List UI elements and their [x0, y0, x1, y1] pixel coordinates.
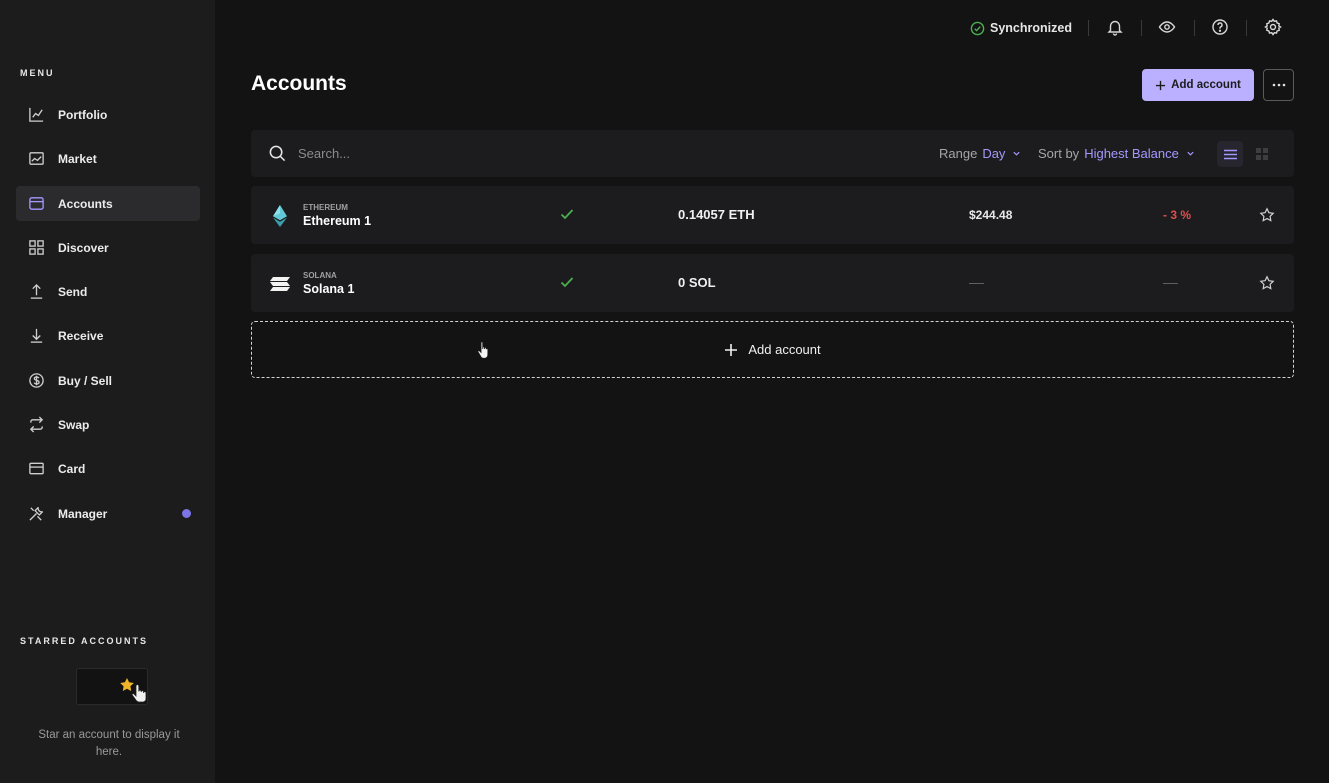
balance-change: - 3 % — [1163, 208, 1192, 222]
chart-line-icon — [28, 106, 45, 123]
starred-empty-text: Star an account to display it here. — [38, 729, 180, 758]
fiat-balance-empty-dash — [969, 283, 984, 284]
topbar-divider — [1088, 20, 1089, 36]
notification-dot — [182, 509, 191, 518]
settings-icon[interactable] — [1264, 18, 1282, 36]
add-account-button-label: Add account — [1171, 79, 1241, 91]
grid-icon — [28, 239, 45, 256]
more-horizontal-icon — [1272, 83, 1285, 87]
topbar-divider — [1141, 20, 1142, 36]
sidebar-item-label: Discover — [58, 241, 109, 255]
more-options-button[interactable] — [1263, 69, 1294, 101]
sidebar-item-label: Accounts — [58, 197, 113, 211]
balance-change-empty-dash — [1163, 283, 1178, 284]
account-name: Solana 1 — [303, 282, 355, 296]
add-account-row-label: Add account — [748, 342, 821, 357]
sidebar-item-label: Manager — [58, 507, 108, 521]
sort-value: Highest Balance — [1084, 146, 1179, 161]
bell-icon[interactable] — [1106, 18, 1124, 36]
sidebar-item-discover[interactable]: Discover — [16, 230, 200, 265]
market-chart-icon — [28, 150, 45, 167]
check-icon — [559, 206, 575, 222]
add-account-button[interactable]: Add account — [1142, 69, 1254, 101]
sidebar-item-manager[interactable]: Manager — [16, 496, 200, 531]
arrow-up-icon — [28, 283, 45, 300]
topbar-divider — [1246, 20, 1247, 36]
wallet-icon — [28, 195, 45, 212]
sidebar-item-label: Send — [58, 285, 88, 299]
hand-cursor-icon — [477, 341, 493, 360]
plus-icon — [1156, 80, 1166, 90]
chevron-down-icon — [1013, 151, 1021, 156]
sidebar-item-label: Buy / Sell — [58, 374, 113, 388]
sidebar-item-buy-sell[interactable]: Buy / Sell — [16, 363, 200, 398]
crypto-balance: 0 SOL — [678, 275, 716, 290]
card-icon — [28, 460, 45, 477]
currency-name: ETHEREUM — [303, 203, 348, 212]
search-icon — [268, 144, 287, 163]
starred-accounts-title: STARRED ACCOUNTS — [20, 636, 148, 646]
menu-title: MENU — [20, 68, 55, 78]
range-dropdown[interactable]: Range Day — [939, 146, 1021, 161]
sync-status[interactable]: Synchronized — [970, 18, 1072, 38]
sidebar-item-portfolio[interactable]: Portfolio — [16, 97, 200, 132]
plus-icon — [725, 343, 738, 356]
sidebar-item-label: Portfolio — [58, 108, 108, 122]
add-account-row[interactable]: Add account — [251, 321, 1294, 378]
sidebar-item-swap[interactable]: Swap — [16, 407, 200, 442]
sort-label: Sort by — [1038, 146, 1080, 161]
account-row-solana[interactable]: SOLANA Solana 1 0 SOL — [251, 254, 1294, 312]
range-label: Range — [939, 146, 978, 161]
range-value: Day — [982, 146, 1006, 161]
arrow-down-icon — [28, 327, 45, 344]
chevron-down-icon — [1187, 151, 1194, 156]
sidebar: MENU Portfolio Market Accounts Discover … — [0, 0, 215, 783]
account-name: Ethereum 1 — [303, 214, 372, 228]
solana-icon — [267, 271, 293, 297]
sync-status-label: Synchronized — [990, 21, 1072, 35]
ethereum-icon — [267, 203, 293, 229]
help-icon[interactable] — [1211, 18, 1229, 36]
star-outline-icon[interactable] — [1259, 207, 1275, 223]
sidebar-item-card[interactable]: Card — [16, 451, 200, 486]
starred-illustration — [76, 668, 148, 706]
swap-icon — [28, 416, 45, 433]
page-title: Accounts — [251, 72, 347, 95]
sidebar-item-label: Market — [58, 152, 97, 166]
eye-icon[interactable] — [1158, 18, 1176, 36]
crypto-balance: 0.14057 ETH — [678, 207, 755, 222]
fiat-balance: $244.48 — [969, 208, 1013, 222]
grid-icon — [1256, 148, 1268, 160]
list-icon — [1223, 149, 1237, 159]
grid-view-button[interactable] — [1249, 141, 1275, 167]
search-input[interactable] — [298, 142, 598, 164]
star-outline-icon[interactable] — [1259, 275, 1275, 291]
sidebar-item-label: Receive — [58, 329, 104, 343]
sort-dropdown[interactable]: Sort by Highest Balance — [1038, 146, 1195, 161]
sidebar-item-receive[interactable]: Receive — [16, 318, 200, 353]
check-icon — [559, 274, 575, 290]
sidebar-item-market[interactable]: Market — [16, 141, 200, 176]
sidebar-item-label: Card — [58, 462, 86, 476]
sidebar-item-send[interactable]: Send — [16, 274, 200, 309]
check-circle-icon — [970, 21, 985, 35]
list-view-button[interactable] — [1217, 141, 1243, 167]
sidebar-item-label: Swap — [58, 418, 90, 432]
topbar-divider — [1194, 20, 1195, 36]
account-row-ethereum[interactable]: ETHEREUM Ethereum 1 0.14057 ETH $244.48 … — [251, 186, 1294, 244]
sidebar-item-accounts[interactable]: Accounts — [16, 186, 200, 221]
dollar-circle-icon — [28, 372, 45, 389]
currency-name: SOLANA — [303, 271, 337, 280]
filter-bar: Range Day Sort by Highest Balance — [251, 130, 1294, 177]
tools-icon — [28, 505, 45, 522]
